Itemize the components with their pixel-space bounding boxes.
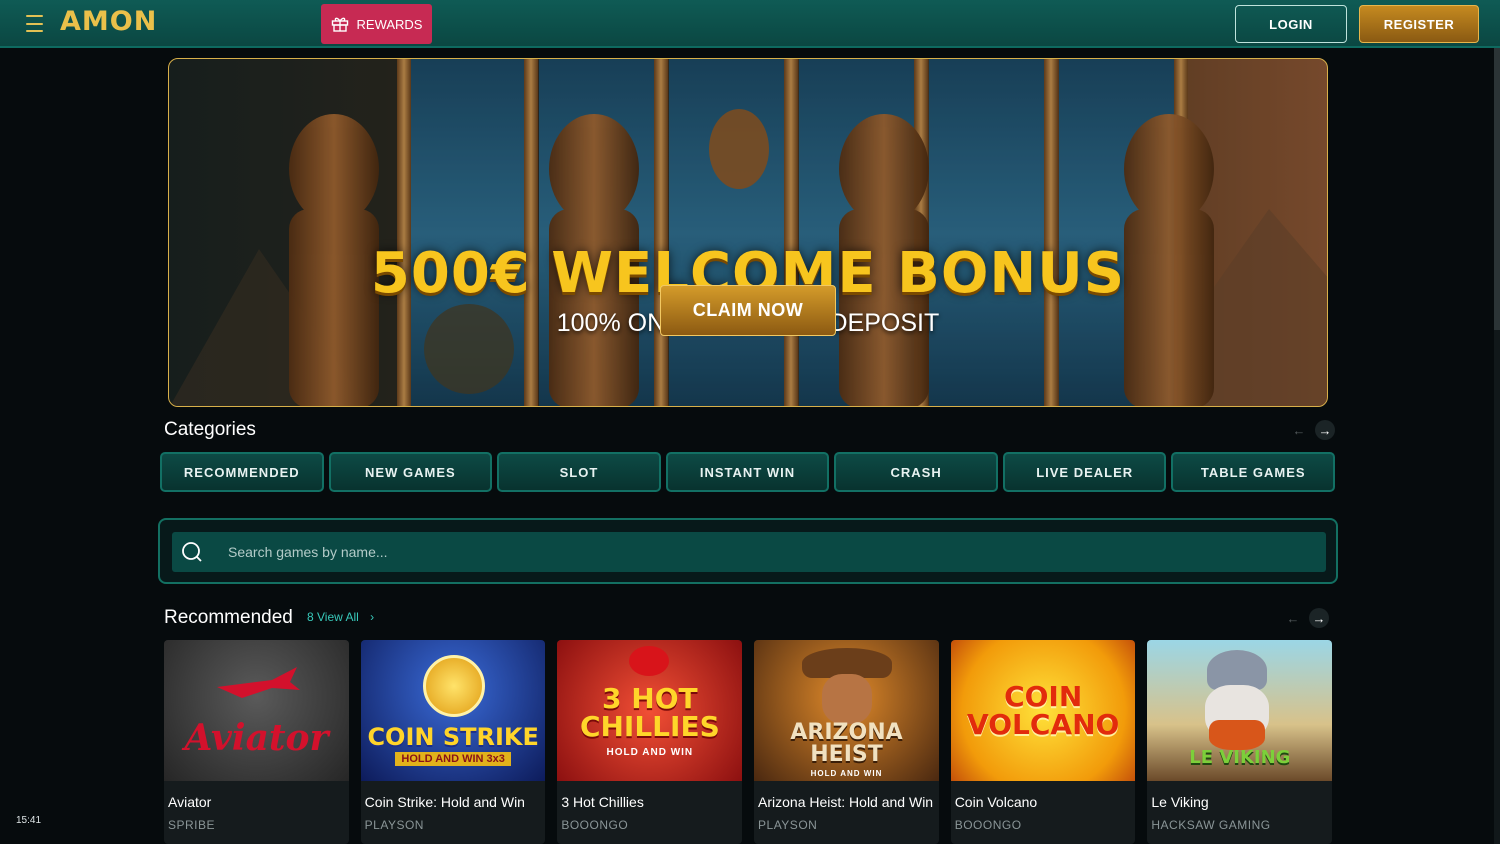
game-provider: PLAYSON — [758, 818, 818, 832]
game-thumbnail: COIN STRIKE HOLD AND WIN 3x3 — [360, 640, 546, 781]
rewards-label: REWARDS — [356, 16, 423, 32]
game-name: Arizona Heist: Hold and Win — [758, 794, 934, 810]
arrow-left-icon[interactable]: ← — [1289, 420, 1309, 440]
game-provider: BOOONGO — [954, 818, 1022, 832]
game-art-subtitle: HOLD AND WIN — [810, 769, 883, 778]
recommended-title: Recommended — [164, 607, 293, 628]
search-icon[interactable] — [172, 532, 212, 572]
categories-nav: ← → — [1289, 420, 1335, 440]
rewards-button[interactable]: REWARDS — [321, 4, 432, 44]
game-provider: SPRIBE — [168, 818, 216, 832]
recommended-nav: ← → — [1283, 608, 1329, 628]
chevron-right-icon: › — [370, 610, 375, 624]
category-slot[interactable]: SLOT — [497, 452, 661, 492]
game-card-aviator[interactable]: Aviator Aviator SPRIBE — [164, 640, 349, 844]
category-tabs: RECOMMENDED NEW GAMES SLOT INSTANT WIN C… — [160, 452, 1336, 492]
top-header: AMON REWARDS LOGIN REGISTER — [0, 0, 1500, 48]
category-new-games[interactable]: NEW GAMES — [328, 452, 493, 492]
system-clock: 15:41 — [16, 815, 42, 826]
game-card-coin-strike[interactable]: COIN STRIKE HOLD AND WIN 3x3 Coin Strike… — [360, 640, 546, 844]
view-all-link[interactable]: 8 View All › — [307, 610, 374, 624]
game-name: Coin Volcano — [954, 794, 1038, 810]
game-thumbnail: LE VIKING — [1147, 640, 1333, 781]
register-button[interactable]: REGISTER — [1359, 5, 1479, 43]
category-instant-win[interactable]: INSTANT WIN — [665, 452, 830, 492]
game-card-coin-volcano[interactable]: COIN VOLCANO Coin Volcano BOOONGO — [950, 640, 1136, 844]
game-name: 3 Hot Chillies — [561, 794, 644, 810]
game-art-subtitle: HOLD AND WIN — [606, 747, 694, 758]
arrow-left-icon[interactable]: ← — [1283, 608, 1303, 628]
view-all-label: 8 View All — [307, 610, 359, 624]
game-card-arizona-heist[interactable]: ARIZONA HEIST HOLD AND WIN Arizona Heist… — [754, 640, 939, 844]
arrow-right-icon[interactable]: → — [1315, 420, 1335, 440]
banner-artwork — [169, 59, 1327, 406]
login-button[interactable]: LOGIN — [1235, 5, 1347, 43]
game-provider: PLAYSON — [364, 818, 424, 832]
game-card-le-viking[interactable]: LE VIKING Le Viking HACKSAW GAMING — [1147, 640, 1333, 844]
categories-title: Categories — [164, 419, 256, 440]
category-table-games[interactable]: TABLE GAMES — [1171, 452, 1336, 492]
game-art-title: ARIZONA HEIST — [790, 720, 903, 767]
game-name: Le Viking — [1151, 794, 1209, 810]
game-thumbnail: Aviator — [164, 640, 349, 781]
scrollbar-thumb[interactable] — [1494, 48, 1500, 330]
category-crash[interactable]: CRASH — [834, 452, 998, 492]
search-bar — [158, 518, 1338, 584]
category-live-dealer[interactable]: LIVE DEALER — [1002, 452, 1167, 492]
arrow-right-icon[interactable]: → — [1309, 608, 1329, 628]
game-thumbnail: ARIZONA HEIST HOLD AND WIN — [754, 640, 939, 781]
game-art-title: Aviator — [184, 717, 329, 759]
game-art-title: COIN STRIKE — [367, 723, 539, 751]
game-art-subtitle: HOLD AND WIN 3x3 — [395, 752, 511, 766]
game-card-3-hot-chillies[interactable]: 3 HOT CHILLIES HOLD AND WIN 3 Hot Chilli… — [557, 640, 743, 844]
logo[interactable]: AMON — [60, 6, 157, 37]
game-provider: BOOONGO — [561, 818, 629, 832]
game-art-title: 3 HOT CHILLIES — [579, 682, 720, 743]
game-thumbnail: 3 HOT CHILLIES HOLD AND WIN — [557, 640, 743, 781]
game-name: Coin Strike: Hold and Win — [364, 794, 525, 810]
gift-icon — [331, 16, 349, 32]
game-art-title: COIN VOLCANO — [967, 679, 1120, 741]
category-recommended[interactable]: RECOMMENDED — [160, 452, 324, 492]
welcome-bonus-banner[interactable]: 500€ WELCOME BONUS 100% ON YOUR FIRST DE… — [168, 58, 1328, 407]
search-input[interactable] — [212, 532, 1326, 572]
recommended-games: Aviator Aviator SPRIBE COIN STRIKE HOLD … — [164, 640, 1333, 844]
game-thumbnail: COIN VOLCANO — [950, 640, 1136, 781]
claim-now-button[interactable]: CLAIM NOW — [660, 285, 836, 336]
game-name: Aviator — [168, 794, 212, 810]
menu-icon[interactable] — [26, 15, 43, 32]
game-art-title: LE VIKING — [1189, 747, 1291, 768]
game-provider: HACKSAW GAMING — [1151, 818, 1271, 832]
